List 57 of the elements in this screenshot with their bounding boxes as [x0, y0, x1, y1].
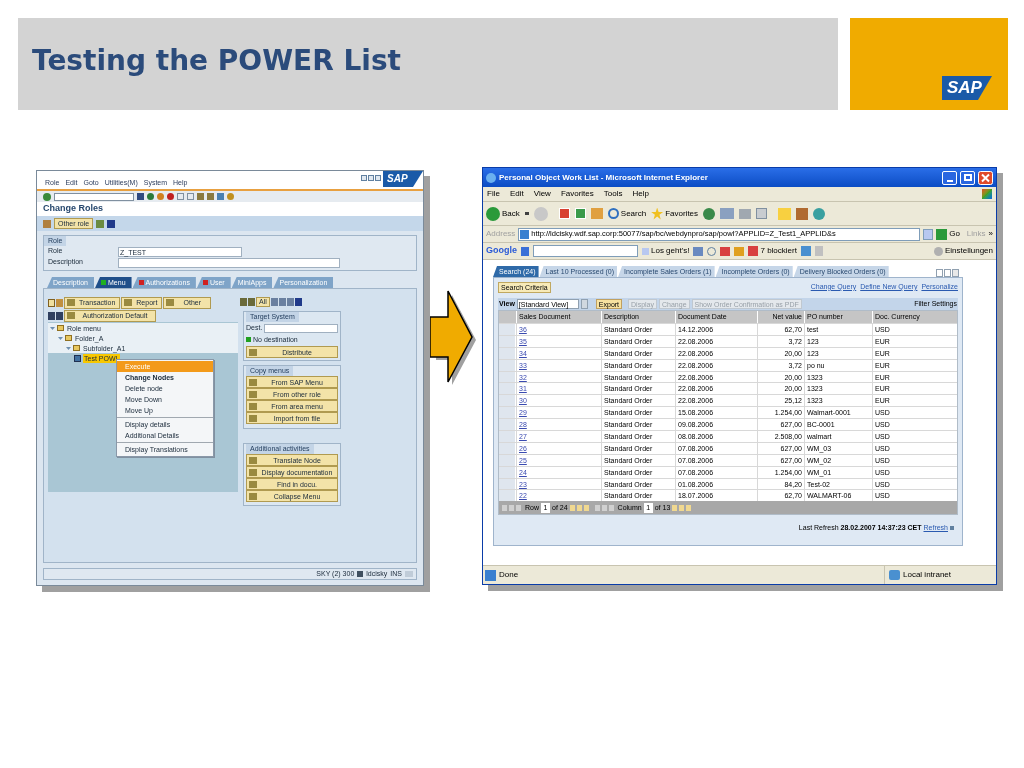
menu-item[interactable]: View: [533, 188, 551, 200]
minimize-button[interactable]: [361, 175, 367, 181]
menu-item[interactable]: Favorites: [560, 188, 594, 200]
security-zone: Local intranet: [903, 569, 952, 581]
slide-title: Testing the POWER List: [32, 43, 401, 79]
row-selector[interactable]: [499, 335, 516, 347]
favorites-button[interactable]: Favorites: [651, 207, 699, 220]
search-button[interactable]: Search: [607, 207, 647, 220]
sap-logo: SAP: [383, 171, 423, 187]
scroll-left-button[interactable]: [936, 269, 943, 277]
first-page-button[interactable]: [502, 504, 507, 511]
address-label: Address: [486, 228, 516, 240]
popup-blocker-button[interactable]: 7 blockiert: [748, 245, 797, 257]
row-selector[interactable]: [499, 490, 516, 502]
window-title: Personal Object Work List - Microsoft Internet Explorer: [499, 171, 709, 184]
back-button[interactable]: Back: [486, 206, 520, 221]
next-row-button[interactable]: [569, 504, 575, 511]
command-field[interactable]: [54, 192, 134, 201]
row-selector[interactable]: [499, 478, 516, 490]
maximize-button[interactable]: [368, 175, 374, 181]
sap-logo: SAP: [942, 76, 992, 100]
destination-field[interactable]: [264, 323, 338, 333]
row-selector[interactable]: [499, 395, 516, 407]
row-selector[interactable]: [499, 466, 516, 478]
menu-item[interactable]: Help: [632, 188, 649, 200]
status-square-icon: [246, 337, 251, 343]
menu-item[interactable]: Edit: [509, 188, 524, 200]
screen-title: Change Roles: [43, 202, 103, 216]
row-selector[interactable]: [499, 324, 516, 335]
status-text: Done: [499, 569, 520, 581]
next-page-button[interactable]: [576, 504, 582, 511]
row-selector[interactable]: [499, 419, 516, 430]
row-selector[interactable]: [499, 431, 516, 442]
menu-item[interactable]: Tools: [603, 188, 623, 200]
scroll-right-button[interactable]: [944, 269, 951, 277]
previous-row-button[interactable]: [516, 504, 521, 511]
previous-page-button[interactable]: [509, 504, 514, 511]
last-page-button[interactable]: [583, 504, 589, 511]
row-selector[interactable]: [499, 359, 516, 371]
row-selector[interactable]: [499, 442, 516, 454]
row-selector[interactable]: [499, 347, 516, 359]
folder-icon[interactable]: [48, 298, 55, 307]
text-field[interactable]: [118, 257, 340, 268]
settings-button[interactable]: Einstellungen: [933, 245, 993, 257]
row-selector[interactable]: [499, 454, 516, 466]
row-selector[interactable]: [499, 371, 516, 383]
menu-item[interactable]: File: [487, 188, 500, 200]
more-chevron[interactable]: »: [988, 228, 993, 240]
close-button[interactable]: [375, 175, 381, 181]
last-column-button[interactable]: [686, 504, 692, 511]
row-selector[interactable]: [499, 383, 516, 395]
google-logo: Google: [486, 244, 517, 258]
google-search-button[interactable]: Los geht's!: [642, 245, 690, 257]
google-search-field[interactable]: [533, 245, 638, 257]
row-selector[interactable]: [499, 407, 516, 419]
first-column-button[interactable]: [594, 504, 600, 511]
tab-list-button[interactable]: [952, 269, 959, 277]
